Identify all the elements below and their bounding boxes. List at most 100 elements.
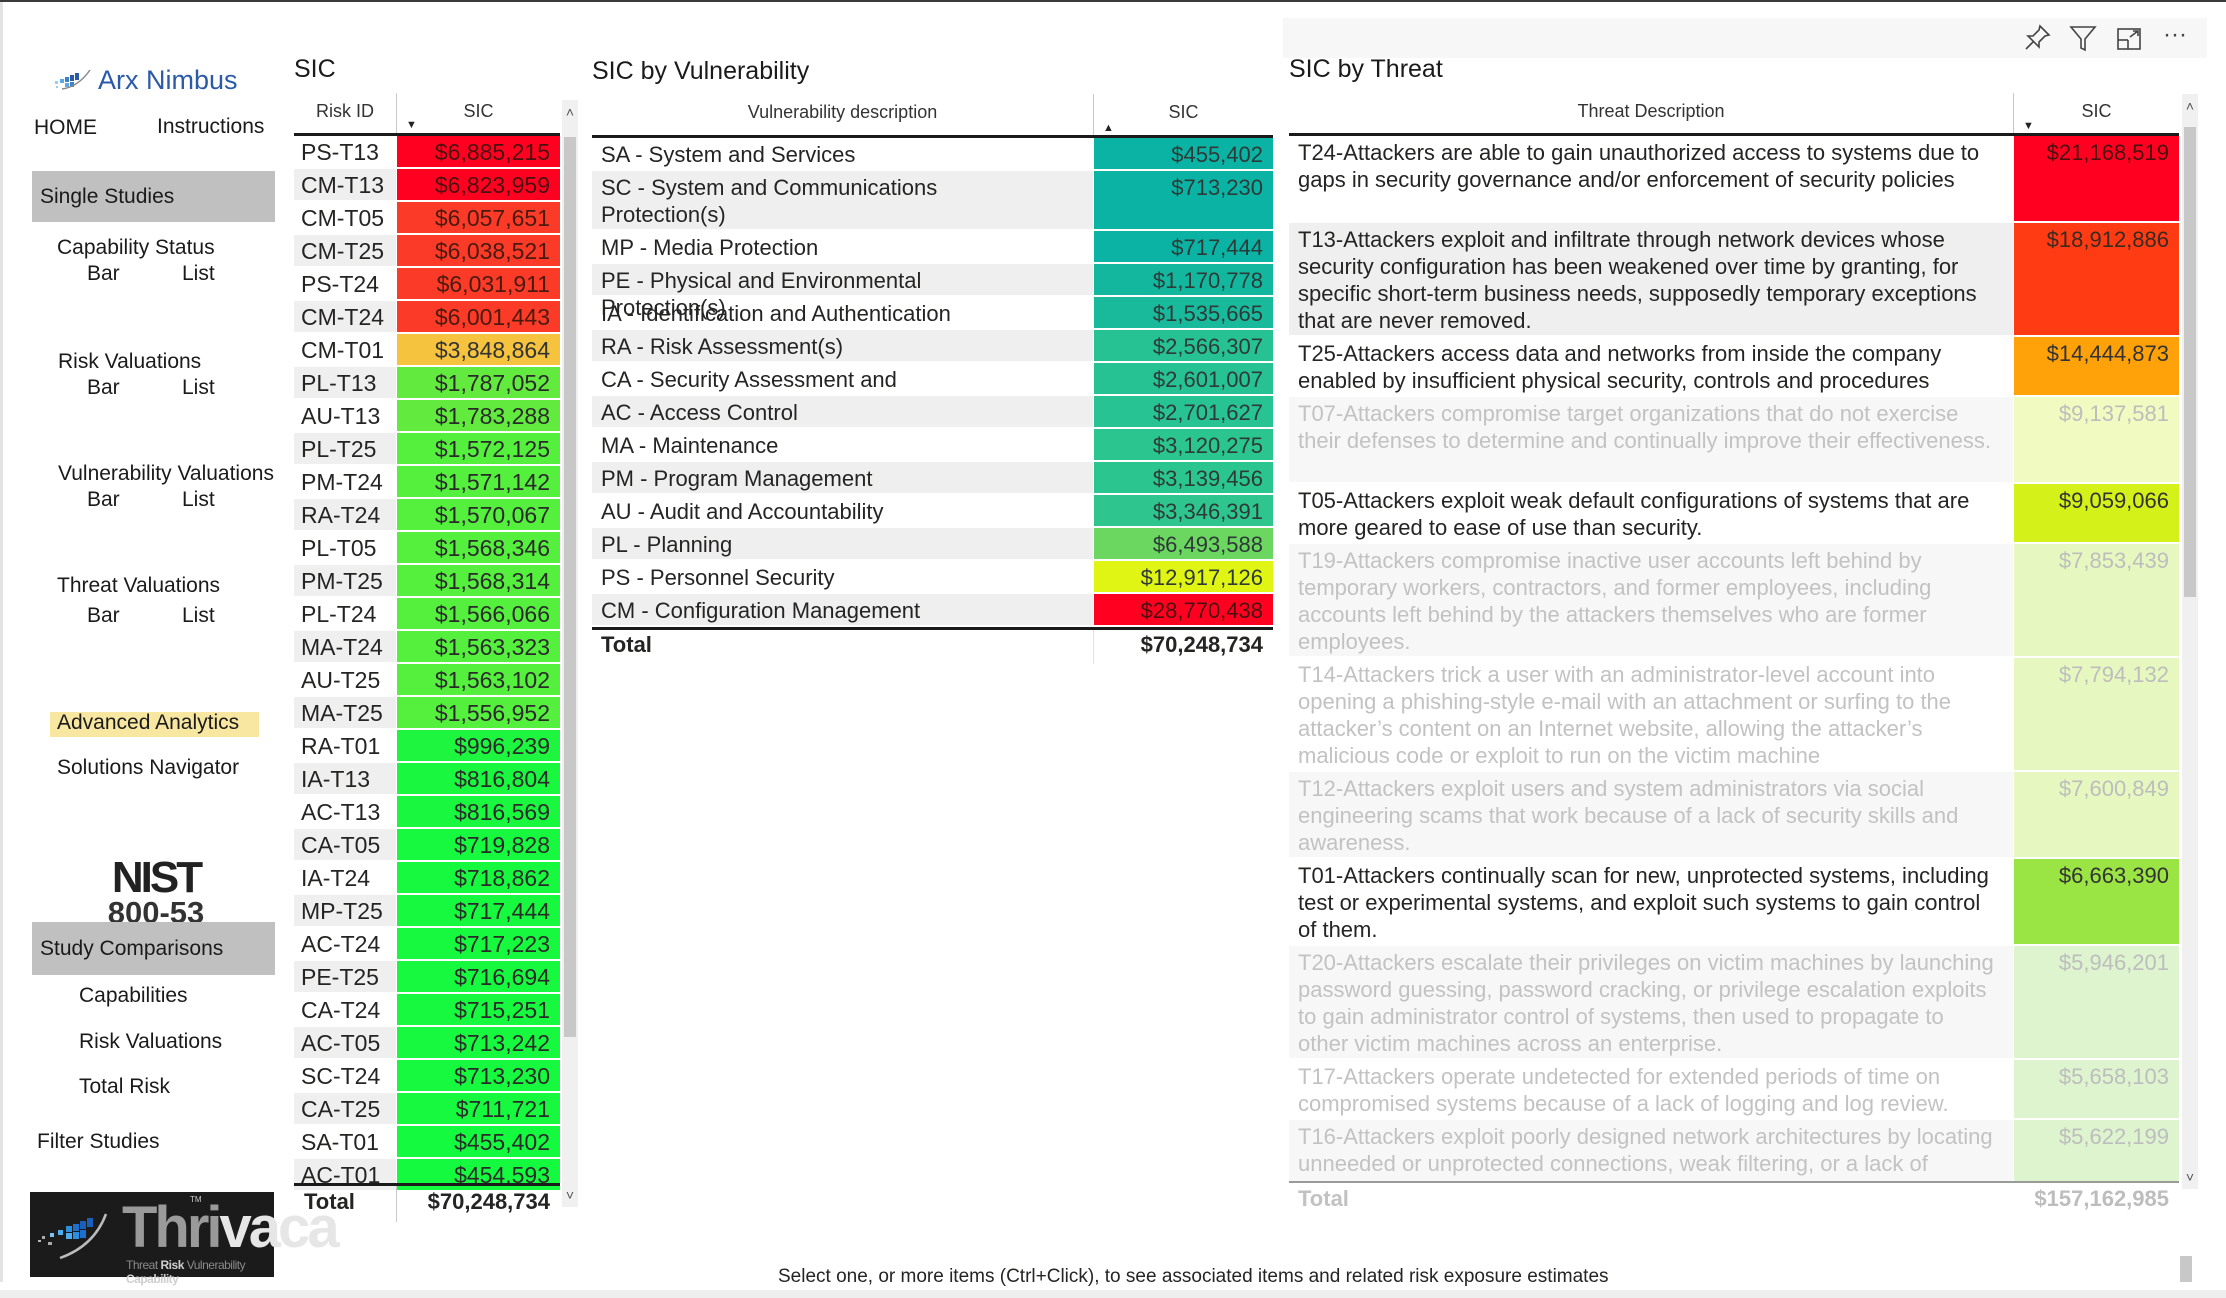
table-row[interactable]: PL-T05 $1,568,346 (294, 532, 560, 565)
table-row[interactable]: MA-T24 $1,563,323 (294, 631, 560, 664)
nav-compare-total-risk[interactable]: Total Risk (79, 1075, 170, 1099)
table-row[interactable]: SA-T01 $455,402 (294, 1126, 560, 1159)
table-row[interactable]: PL - Planning $6,493,588 (592, 528, 1273, 561)
table-row[interactable]: PM - Program Management $3,139,456 (592, 462, 1273, 495)
table-row[interactable]: PS - Personnel Security $12,917,126 (592, 561, 1273, 594)
table-row[interactable]: CM - Configuration Management $28,770,438 (592, 594, 1273, 627)
nav-solutions-navigator[interactable]: Solutions Navigator (57, 756, 239, 780)
table-row[interactable]: T14-Attackers trick a user with an admin… (1289, 658, 2179, 772)
table-row[interactable]: MA - Maintenance $3,120,275 (592, 429, 1273, 462)
scrollbar-thumb[interactable] (2184, 127, 2196, 597)
nav-home[interactable]: HOME (34, 116, 97, 140)
scroll-down-icon[interactable]: ˅ (562, 1187, 578, 1203)
sort-descending-icon[interactable]: ▼ (406, 119, 417, 131)
table-row[interactable]: PL-T25 $1,572,125 (294, 433, 560, 466)
thrivaca-logo[interactable]: Thrivaca TM Threat Risk Vulnerability Ca… (30, 1192, 340, 1286)
section-study-comparisons[interactable]: Study Comparisons (32, 922, 275, 975)
table-row[interactable]: CM-T25 $6,038,521 (294, 235, 560, 268)
nav-vulnerability-valuations-bar[interactable]: Bar (87, 488, 120, 512)
column-header-sic[interactable]: SIC (396, 93, 560, 133)
sic-table-scrollbar[interactable]: ˄ ˅ (562, 100, 578, 1207)
table-row[interactable]: RA-T24 $1,570,067 (294, 499, 560, 532)
more-options-icon[interactable]: ··· (2159, 22, 2191, 54)
table-row[interactable]: T25-Attackers access data and networks f… (1289, 337, 2179, 397)
nav-risk-valuations-bar[interactable]: Bar (87, 376, 120, 400)
pin-icon[interactable] (2021, 22, 2053, 54)
table-row[interactable]: AC-T05 $713,242 (294, 1027, 560, 1060)
table-row[interactable]: CA-T24 $715,251 (294, 994, 560, 1027)
table-row[interactable]: T17-Attackers operate undetected for ext… (1289, 1060, 2179, 1120)
nav-capability-status-list[interactable]: List (182, 262, 215, 286)
table-row[interactable]: AC-T24 $717,223 (294, 928, 560, 961)
table-row[interactable]: CA-T05 $719,828 (294, 829, 560, 862)
table-row[interactable]: T07-Attackers compromise target organiza… (1289, 397, 2179, 484)
nav-filter-studies[interactable]: Filter Studies (37, 1130, 160, 1154)
table-row[interactable]: PS-T13 $6,885,215 (294, 136, 560, 169)
nav-vulnerability-valuations[interactable]: Vulnerability Valuations (58, 462, 274, 486)
table-row[interactable]: T19-Attackers compromise inactive user a… (1289, 544, 2179, 658)
scroll-down-icon[interactable]: ˅ (2182, 1169, 2198, 1185)
table-row[interactable]: T20-Attackers escalate their privileges … (1289, 946, 2179, 1060)
nav-threat-valuations-bar[interactable]: Bar (87, 604, 120, 628)
table-row[interactable]: SC-T24 $713,230 (294, 1060, 560, 1093)
nav-capability-status-bar[interactable]: Bar (87, 262, 120, 286)
table-row[interactable]: T24-Attackers are able to gain unauthori… (1289, 136, 2179, 223)
table-row[interactable]: T01-Attackers continually scan for new, … (1289, 859, 2179, 946)
table-row[interactable]: CM-T01 $3,848,864 (294, 334, 560, 367)
filter-icon[interactable] (2067, 22, 2099, 54)
column-header-threat-description[interactable]: Threat Description (1289, 93, 2013, 133)
table-row[interactable]: CM-T13 $6,823,959 (294, 169, 560, 202)
table-row[interactable]: PE - Physical and Environmental Protecti… (592, 264, 1273, 320)
table-row[interactable]: PM-T25 $1,568,314 (294, 565, 560, 598)
table-row[interactable]: RA-T01 $996,239 (294, 730, 560, 763)
table-row[interactable]: AU - Audit and Accountability $3,346,391 (592, 495, 1273, 528)
table-row[interactable]: MP - Media Protection $717,444 (592, 231, 1273, 264)
table-row[interactable]: IA-T24 $718,862 (294, 862, 560, 895)
table-row[interactable]: AU-T25 $1,563,102 (294, 664, 560, 697)
table-row[interactable]: PL-T13 $1,787,052 (294, 367, 560, 400)
table-row[interactable]: IA-T13 $816,804 (294, 763, 560, 796)
table-row[interactable]: CM-T05 $6,057,651 (294, 202, 560, 235)
sort-ascending-icon[interactable]: ▲ (1103, 122, 1114, 134)
table-row[interactable]: T13-Attackers exploit and infiltrate thr… (1289, 223, 2179, 337)
table-row[interactable]: AC-T13 $816,569 (294, 796, 560, 829)
nav-threat-valuations-list[interactable]: List (182, 604, 215, 628)
table-row[interactable]: CA - Security Assessment and Authorizati… (592, 363, 1273, 419)
table-row[interactable]: AC - Access Control $2,701,627 (592, 396, 1273, 429)
table-row[interactable]: PS-T24 $6,031,911 (294, 268, 560, 301)
table-row[interactable]: PM-T24 $1,571,142 (294, 466, 560, 499)
focus-mode-icon[interactable] (2113, 22, 2145, 54)
scroll-up-icon[interactable]: ˄ (2182, 98, 2198, 114)
sort-descending-icon[interactable]: ▼ (2023, 120, 2034, 132)
column-header-vulnerability-description[interactable]: Vulnerability description (592, 94, 1093, 135)
nav-capability-status[interactable]: Capability Status (57, 236, 215, 260)
nav-vulnerability-valuations-list[interactable]: List (182, 488, 215, 512)
table-row[interactable]: T05-Attackers exploit weak default confi… (1289, 484, 2179, 544)
nav-risk-valuations-list[interactable]: List (182, 376, 215, 400)
table-row[interactable]: CM-T24 $6,001,443 (294, 301, 560, 334)
page-scrollbar-thumb[interactable] (2180, 1256, 2192, 1282)
nav-advanced-analytics[interactable]: Advanced Analytics (57, 711, 239, 735)
table-row[interactable]: SA - System and Services Acquisition(s) $… (592, 138, 1273, 194)
section-single-studies[interactable]: Single Studies (32, 171, 275, 222)
table-row[interactable]: SC - System and Communications Protectio… (592, 171, 1273, 231)
scroll-up-icon[interactable]: ˄ (562, 104, 578, 120)
table-row[interactable]: PL-T24 $1,566,066 (294, 598, 560, 631)
table-row[interactable]: IA - Identification and Authentication $1… (592, 297, 1273, 330)
table-row[interactable]: T16-Attackers exploit poorly designed ne… (1289, 1120, 2179, 1183)
nav-risk-valuations[interactable]: Risk Valuations (58, 350, 201, 374)
nav-compare-capabilities[interactable]: Capabilities (79, 984, 188, 1008)
table-row[interactable]: CA-T25 $711,721 (294, 1093, 560, 1126)
threat-table-scrollbar[interactable]: ˄ ˅ (2182, 94, 2198, 1189)
nav-threat-valuations[interactable]: Threat Valuations (57, 574, 220, 598)
arx-nimbus-logo[interactable]: Arx Nimbus (54, 62, 244, 98)
table-row[interactable]: MA-T25 $1,556,952 (294, 697, 560, 730)
table-row[interactable]: MP-T25 $717,444 (294, 895, 560, 928)
table-row[interactable]: T12-Attackers exploit users and system a… (1289, 772, 2179, 859)
table-row[interactable]: AU-T13 $1,783,288 (294, 400, 560, 433)
column-header-sic[interactable]: SIC (2013, 93, 2179, 133)
scrollbar-thumb[interactable] (564, 137, 576, 1037)
column-header-risk-id[interactable]: Risk ID (294, 93, 396, 133)
table-row[interactable]: PE-T25 $716,694 (294, 961, 560, 994)
nav-instructions[interactable]: Instructions (157, 115, 264, 139)
